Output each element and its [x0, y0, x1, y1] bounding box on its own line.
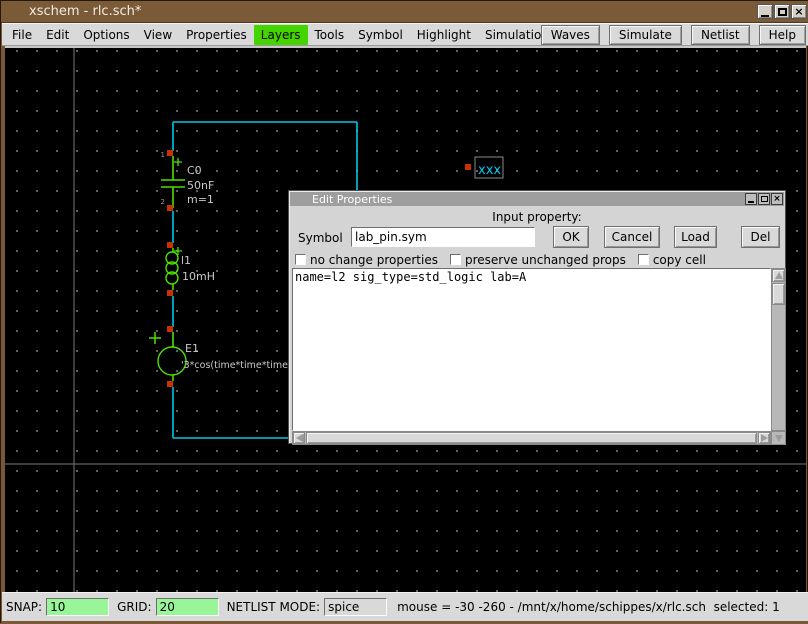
copy-cell-checkbox[interactable]	[638, 254, 649, 265]
menu-layers[interactable]: Layers	[254, 25, 308, 45]
xschem-window: { "window": { "title": "xschem - rlc.sch…	[0, 0, 808, 623]
arrow-up-icon	[775, 272, 783, 279]
grid-label: GRID:	[117, 600, 151, 614]
preserve-unchanged-props-label: preserve unchanged props	[465, 253, 626, 267]
dialog-title: Edit Properties	[312, 193, 392, 206]
menu-tools[interactable]: Tools	[308, 25, 352, 45]
horizontal-scrollbar[interactable]	[292, 431, 771, 445]
arrow-right-icon	[761, 434, 768, 442]
menu-edit[interactable]: Edit	[39, 25, 76, 45]
menubar-right-buttons: Waves Simulate Netlist Help	[541, 25, 806, 45]
menu-view[interactable]: View	[137, 25, 179, 45]
dialog-maximize-icon	[761, 196, 768, 202]
dialog-controls: ×	[745, 193, 783, 205]
maximize-icon	[778, 8, 787, 16]
waves-button[interactable]: Waves	[541, 25, 600, 45]
symbol-label: Symbol	[298, 231, 343, 245]
minimize-button[interactable]	[757, 4, 773, 19]
menu-symbol[interactable]: Symbol	[351, 25, 410, 45]
vertical-scrollbar[interactable]	[771, 268, 786, 431]
input-property-label: Input property:	[290, 210, 784, 224]
no-change-properties-checkbox[interactable]	[295, 254, 306, 265]
horizontal-scroll-thumb[interactable]	[306, 432, 757, 444]
window-title: xschem - rlc.sch*	[29, 4, 141, 19]
window-titlebar[interactable]: xschem - rlc.sch* ×	[1, 1, 808, 23]
ok-button[interactable]: OK	[553, 226, 589, 248]
menu-options[interactable]: Options	[76, 25, 136, 45]
dialog-body: Input property: Symbol OK Cancel Load De…	[290, 206, 784, 442]
dialog-maximize-button[interactable]	[758, 193, 770, 205]
simulate-button[interactable]: Simulate	[609, 25, 682, 45]
window-controls: ×	[757, 4, 807, 19]
maximize-button[interactable]	[774, 4, 790, 19]
dialog-close-button[interactable]: ×	[771, 193, 783, 205]
dialog-titlebar[interactable]: Edit Properties ×	[290, 192, 784, 206]
symbol-input[interactable]	[351, 227, 535, 247]
load-button[interactable]: Load	[674, 226, 717, 248]
preserve-unchanged-props-checkbox[interactable]	[450, 254, 461, 265]
mouse-coordinates-text: mouse = -30 -260 - /mnt/x/home/schippes/…	[397, 600, 780, 614]
cancel-button[interactable]: Cancel	[604, 226, 660, 248]
menu-properties[interactable]: Properties	[179, 25, 254, 45]
scroll-left-button[interactable]	[293, 432, 305, 444]
statusbar: SNAP: GRID: NETLIST MODE: mouse = -30 -2…	[2, 592, 808, 621]
snap-label: SNAP:	[6, 600, 42, 614]
scroll-right-button[interactable]	[758, 432, 770, 444]
close-icon: ×	[794, 6, 803, 17]
copy-cell-label: copy cell	[653, 253, 706, 267]
arrow-left-icon	[296, 434, 303, 442]
help-button[interactable]: Help	[759, 25, 806, 45]
menubar: File Edit Options View Properties Layers…	[2, 23, 808, 46]
netlist-mode-input[interactable]	[324, 598, 387, 616]
netlist-button[interactable]: Netlist	[691, 25, 750, 45]
vertical-scroll-thumb[interactable]	[772, 283, 785, 305]
minimize-icon	[761, 15, 769, 17]
scroll-up-button[interactable]	[772, 269, 785, 282]
grid-input[interactable]	[156, 598, 219, 616]
checkbox-row: no change properties preserve unchanged …	[295, 253, 718, 266]
scroll-down-button[interactable]	[771, 431, 786, 445]
menu-highlight[interactable]: Highlight	[410, 25, 478, 45]
edit-properties-dialog: Edit Properties × Input property: Symbol…	[288, 190, 786, 444]
del-button[interactable]: Del	[741, 226, 780, 248]
dialog-minimize-icon	[748, 201, 754, 203]
arrow-down-icon	[775, 435, 783, 442]
menu-file[interactable]: File	[5, 25, 39, 45]
property-textarea[interactable]: name=l2 sig_type=std_logic lab=A	[292, 268, 771, 431]
netlist-mode-label: NETLIST MODE:	[227, 600, 321, 614]
snap-input[interactable]	[46, 598, 109, 616]
dialog-minimize-button[interactable]	[745, 193, 757, 205]
no-change-properties-label: no change properties	[310, 253, 438, 267]
close-button[interactable]: ×	[791, 4, 807, 19]
dialog-close-icon: ×	[773, 195, 781, 204]
